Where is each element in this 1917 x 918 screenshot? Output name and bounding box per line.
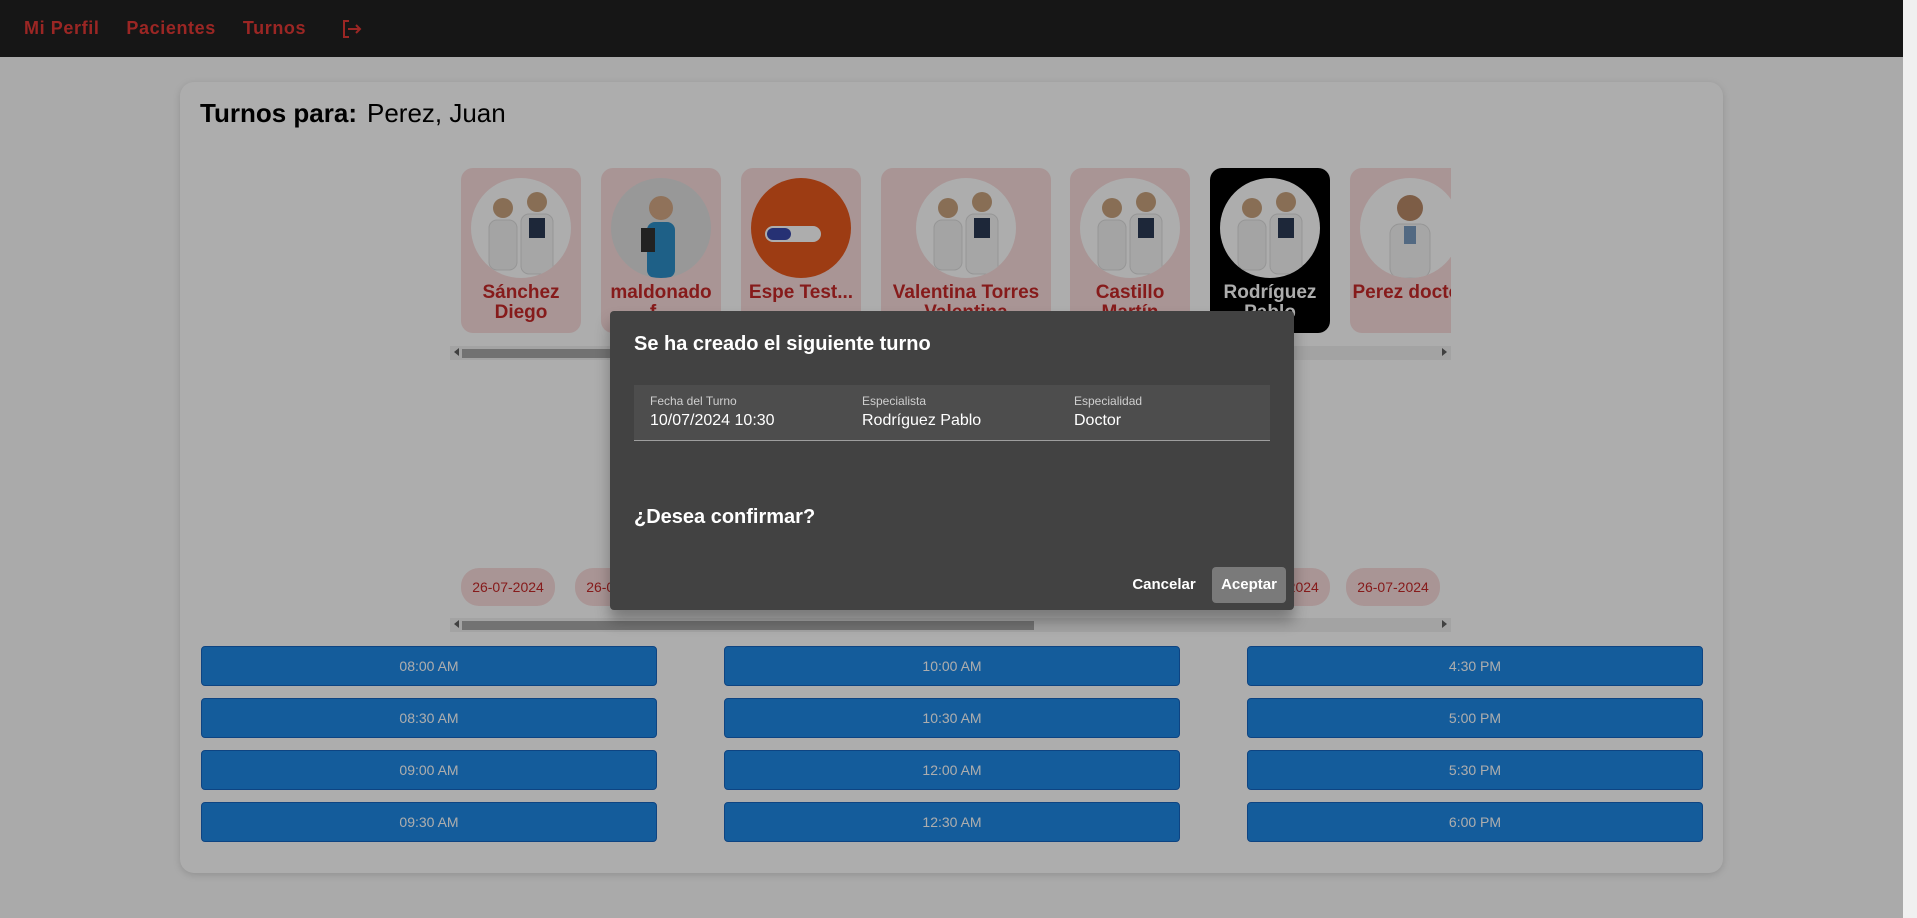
field-value: Rodríguez Pablo — [862, 412, 982, 429]
confirm-question: ¿Desea confirmar? — [634, 506, 816, 528]
field-value: 10/07/2024 10:30 — [650, 412, 775, 429]
confirm-dialog: Se ha creado el siguiente turno Fecha de… — [610, 311, 1294, 610]
cancel-button[interactable]: Cancelar — [1125, 567, 1203, 603]
field-especialista[interactable]: Especialista Rodríguez Pablo — [846, 385, 1058, 440]
field-value: Doctor — [1074, 412, 1122, 429]
dialog-fields: Fecha del Turno 10/07/2024 10:30 Especia… — [634, 385, 1270, 441]
field-label: Especialista — [862, 394, 927, 408]
page-scrollbar[interactable] — [1903, 0, 1917, 918]
field-label: Fecha del Turno — [650, 394, 737, 408]
field-fecha[interactable]: Fecha del Turno 10/07/2024 10:30 — [634, 385, 846, 440]
accept-button[interactable]: Aceptar — [1212, 567, 1286, 603]
field-label: Especialidad — [1074, 394, 1143, 408]
dialog-title: Se ha creado el siguiente turno — [634, 333, 931, 355]
field-especialidad[interactable]: Especialidad Doctor — [1058, 385, 1270, 440]
